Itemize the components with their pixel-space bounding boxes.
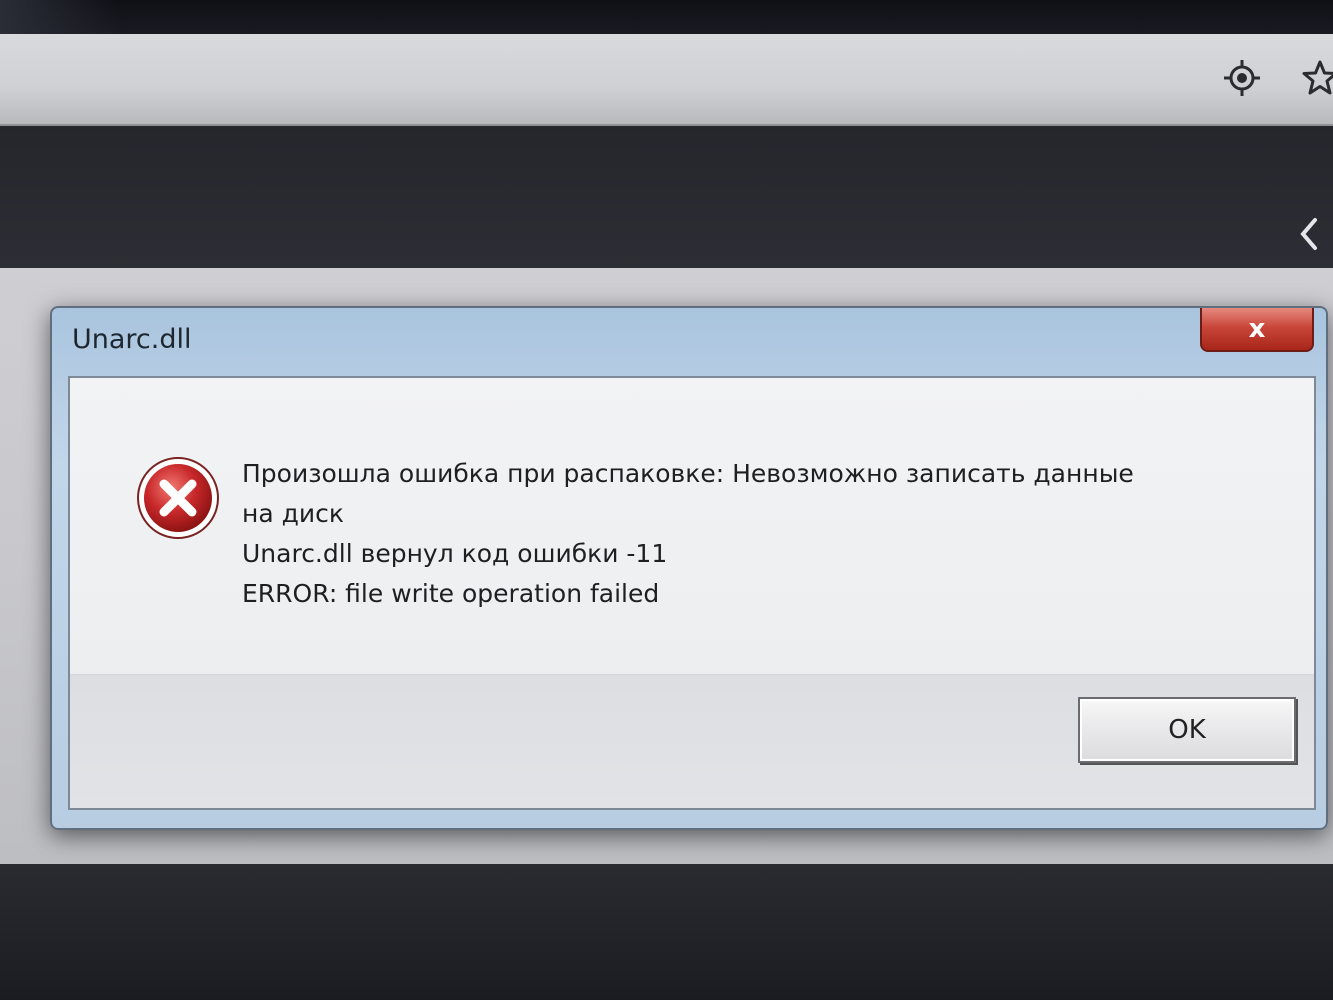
close-icon: x — [1248, 314, 1266, 344]
chevron-left-icon[interactable] — [1294, 214, 1324, 254]
message-line: на диск — [242, 499, 344, 528]
button-area: OK — [70, 674, 1314, 808]
page-bottom-area — [0, 864, 1333, 1000]
error-message: Произошла ошибка при распаковке: Невозмо… — [242, 454, 1292, 614]
ok-button[interactable]: OK — [1078, 697, 1296, 763]
star-icon[interactable] — [1296, 54, 1333, 102]
error-icon — [136, 456, 220, 540]
message-line: Произошла ошибка при распаковке: Невозмо… — [242, 459, 1134, 488]
location-icon[interactable] — [1218, 54, 1266, 102]
top-strip — [0, 0, 1333, 34]
browser-toolbar — [0, 34, 1333, 126]
message-area: Произошла ошибка при распаковке: Невозмо… — [70, 378, 1314, 674]
screen: Unarc.dll x Произошла ошибка при распако… — [0, 0, 1333, 1000]
page-dark-area — [0, 126, 1333, 268]
error-dialog: Unarc.dll x Произошла ошибка при распако… — [50, 306, 1328, 830]
dialog-content: Произошла ошибка при распаковке: Невозмо… — [68, 376, 1316, 810]
message-line: ERROR: file write operation failed — [242, 579, 660, 608]
close-button[interactable]: x — [1200, 308, 1314, 352]
dialog-title: Unarc.dll — [72, 324, 192, 355]
message-line: Unarc.dll вернул код ошибки -11 — [242, 539, 668, 568]
